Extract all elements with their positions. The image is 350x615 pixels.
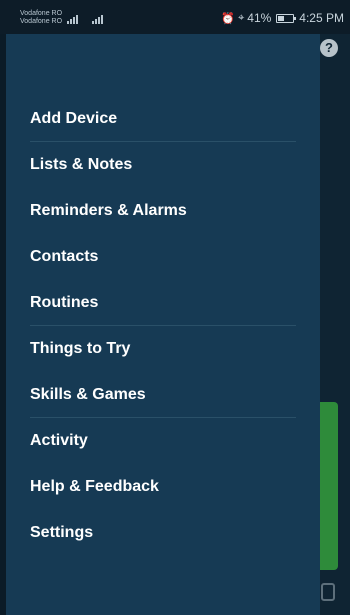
status-icons: ⏰ ⌖ 41% 4:25 PM: [221, 11, 344, 25]
menu-item-help-feedback[interactable]: Help & Feedback: [6, 464, 320, 510]
menu-item-label: Skills & Games: [30, 386, 146, 403]
help-icon: ?: [320, 39, 338, 57]
menu-item-settings[interactable]: Settings: [6, 510, 320, 556]
clock: 4:25 PM: [299, 11, 344, 25]
menu-item-label: Add Device: [30, 110, 118, 127]
carrier-1-label: Vodafone RO: [20, 10, 63, 17]
alarm-icon: ⏰: [221, 12, 236, 25]
battery-icon: [276, 13, 297, 23]
menu-item-routines[interactable]: Routines: [6, 280, 320, 326]
menu-item-contacts[interactable]: Contacts: [6, 234, 320, 280]
menu-item-activity[interactable]: Activity: [6, 418, 320, 464]
menu-item-things-to-try[interactable]: Things to Try: [6, 326, 320, 372]
carrier-2-label: Vodafone RO: [20, 18, 63, 25]
menu-item-add-device[interactable]: Add Device: [6, 96, 320, 142]
menu-item-lists-notes[interactable]: Lists & Notes: [6, 142, 320, 188]
menu-item-reminders-alarms[interactable]: Reminders & Alarms: [6, 188, 320, 234]
menu-item-label: Lists & Notes: [30, 156, 133, 173]
menu-item-label: Contacts: [30, 248, 99, 265]
status-bar: Vodafone RO Vodafone RO ⏰ ⌖ 41% 4:25 PM: [0, 0, 350, 34]
menu-item-label: Things to Try: [30, 340, 131, 357]
background-nav-icon: [321, 583, 335, 601]
drawer-menu: Add Device Lists & Notes Reminders & Ala…: [6, 96, 320, 556]
signal-strength-2-icon: [92, 14, 106, 24]
signal-strength-1-icon: [67, 14, 81, 24]
menu-item-label: Activity: [30, 432, 88, 449]
background-green-card: [320, 402, 338, 570]
menu-item-label: Help & Feedback: [30, 478, 159, 495]
location-icon: ⌖: [238, 11, 245, 24]
menu-item-label: Settings: [30, 524, 94, 541]
carrier-names: Vodafone RO Vodafone RO: [20, 10, 62, 26]
menu-item-label: Routines: [30, 294, 99, 311]
menu-item-label: Reminders & Alarms: [30, 202, 187, 219]
menu-item-skills-games[interactable]: Skills & Games: [6, 372, 320, 418]
battery-percentage: 41%: [247, 11, 272, 25]
navigation-drawer: Add Device Lists & Notes Reminders & Ala…: [6, 34, 320, 615]
